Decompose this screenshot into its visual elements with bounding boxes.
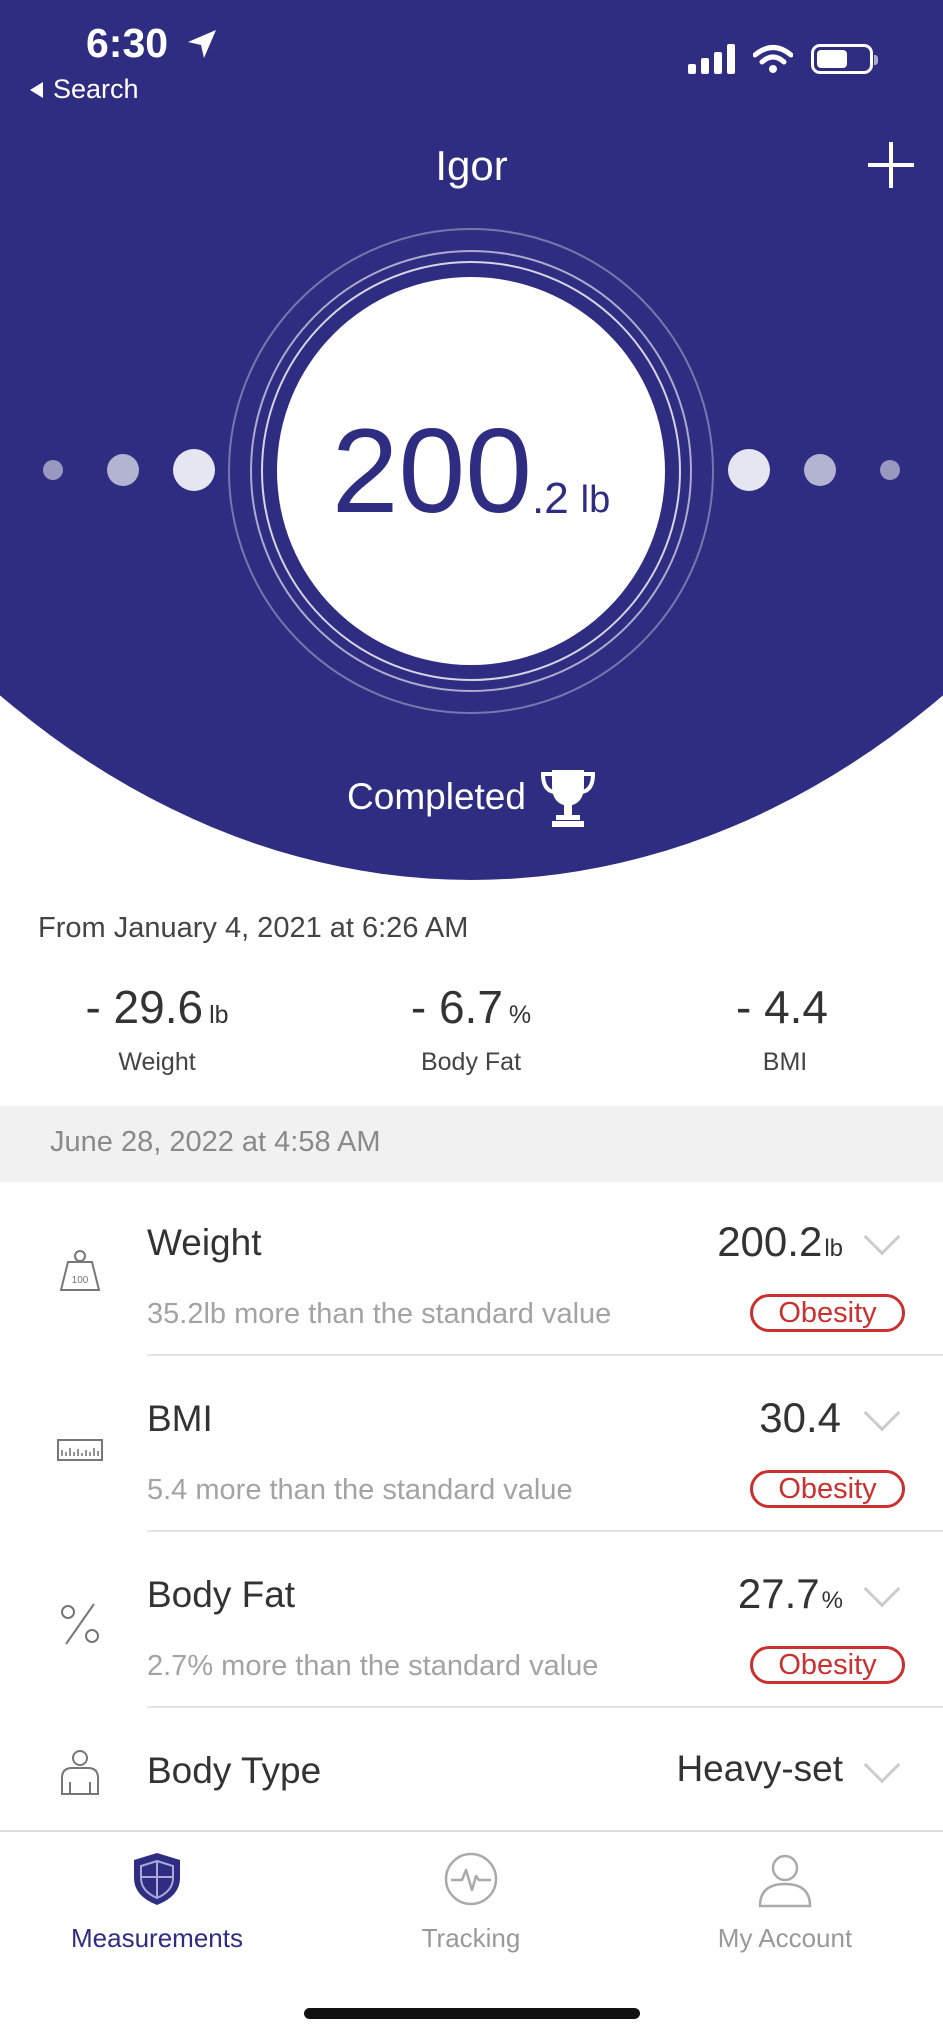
weight-unit: lb (580, 478, 611, 521)
measurement-date-band: June 28, 2022 at 4:58 AM (0, 1106, 943, 1182)
back-label: Search (53, 74, 139, 104)
current-weight[interactable]: 200 .2 lb (277, 277, 665, 665)
summary-weight: - 29.6 lb Weight (85, 981, 229, 1076)
status-badge: Obesity (750, 1294, 905, 1332)
bmi-chart-icon (57, 1439, 103, 1461)
metric-description: 5.4 more than the standard value (147, 1474, 573, 1506)
metric-row-weight[interactable]: 100 Weight 200.2lb 35.2lb more than the … (0, 1200, 943, 1356)
metric-value: 200.2lb (717, 1218, 843, 1265)
summary-body-fat: - 6.7% Body Fat (410, 981, 532, 1076)
metric-name: BMI (147, 1398, 213, 1439)
svg-text:100: 100 (72, 1275, 89, 1286)
metric-row-bmi[interactable]: BMI 30.4 5.4 more than the standard valu… (0, 1376, 943, 1532)
pulse-icon (444, 1852, 498, 1906)
tab-label: My Account (717, 1923, 853, 1953)
chevron-down-icon[interactable] (863, 1570, 901, 1608)
tab-measurements[interactable]: Measurements (0, 1850, 314, 1954)
metric-name: Body Fat (147, 1574, 296, 1615)
metric-name: Weight (147, 1222, 262, 1263)
back-triangle-icon (30, 81, 43, 98)
tab-my-account[interactable]: My Account (628, 1850, 942, 1954)
row-divider (147, 1706, 943, 1708)
row-divider (147, 1354, 943, 1356)
wifi-icon (753, 45, 793, 73)
home-indicator (304, 2008, 640, 2019)
goal-status: Completed (0, 766, 943, 828)
page-dot (728, 449, 770, 491)
metric-row-body-type[interactable]: Body Type Heavy-set (0, 1728, 943, 1828)
status-icons (688, 44, 878, 74)
page-dot (804, 454, 836, 486)
goal-status-label: Completed (347, 776, 526, 817)
percent-icon (61, 1603, 99, 1645)
body-icon (61, 1750, 99, 1795)
back-to-search-button[interactable]: Search (30, 74, 139, 105)
shield-icon (134, 1853, 180, 1905)
battery-icon (811, 44, 878, 74)
status-badge: Obesity (750, 1470, 905, 1508)
status-badge: Obesity (750, 1646, 905, 1684)
status-time: 6:30 (86, 20, 169, 66)
page-dot (880, 460, 900, 480)
signal-icon (688, 44, 735, 74)
row-divider (147, 1530, 943, 1532)
add-icon[interactable] (868, 142, 914, 188)
chevron-down-icon[interactable] (863, 1746, 901, 1784)
user-name[interactable]: Igor (0, 142, 943, 190)
metric-value: 30.4 (759, 1394, 841, 1441)
header: 6:30 Search Igor 200 .2 lb Completed (0, 0, 943, 890)
summary-from-date: From January 4, 2021 at 6:26 AM (38, 912, 469, 944)
metric-row-body-fat[interactable]: Body Fat 27.7% 2.7% more than the standa… (0, 1552, 943, 1708)
trophy-icon (540, 770, 595, 827)
weight-whole: 200 (331, 404, 532, 538)
page-dot (43, 460, 63, 480)
chevron-down-icon[interactable] (863, 1394, 901, 1432)
metric-description: 2.7% more than the standard value (147, 1650, 599, 1682)
chevron-down-icon[interactable] (863, 1218, 901, 1256)
tab-label: Tracking (421, 1923, 521, 1953)
measurement-date: June 28, 2022 at 4:58 AM (50, 1126, 381, 1158)
summary-bmi: - 4.4 BMI (735, 981, 829, 1076)
page-dot (107, 454, 139, 486)
metric-description: 35.2lb more than the standard value (147, 1298, 612, 1330)
location-arrow-icon (188, 30, 216, 58)
tab-label: Measurements (71, 1923, 243, 1953)
metric-value: Heavy-set (676, 1748, 843, 1789)
page-dot (173, 449, 215, 491)
tab-tracking[interactable]: Tracking (314, 1850, 628, 1954)
weight-decimal: .2 (531, 474, 569, 523)
metric-value: 27.7% (737, 1570, 843, 1617)
metric-name: Body Type (147, 1750, 322, 1791)
weight-scale-icon: 100 (59, 1250, 101, 1291)
person-icon (758, 1854, 812, 1908)
